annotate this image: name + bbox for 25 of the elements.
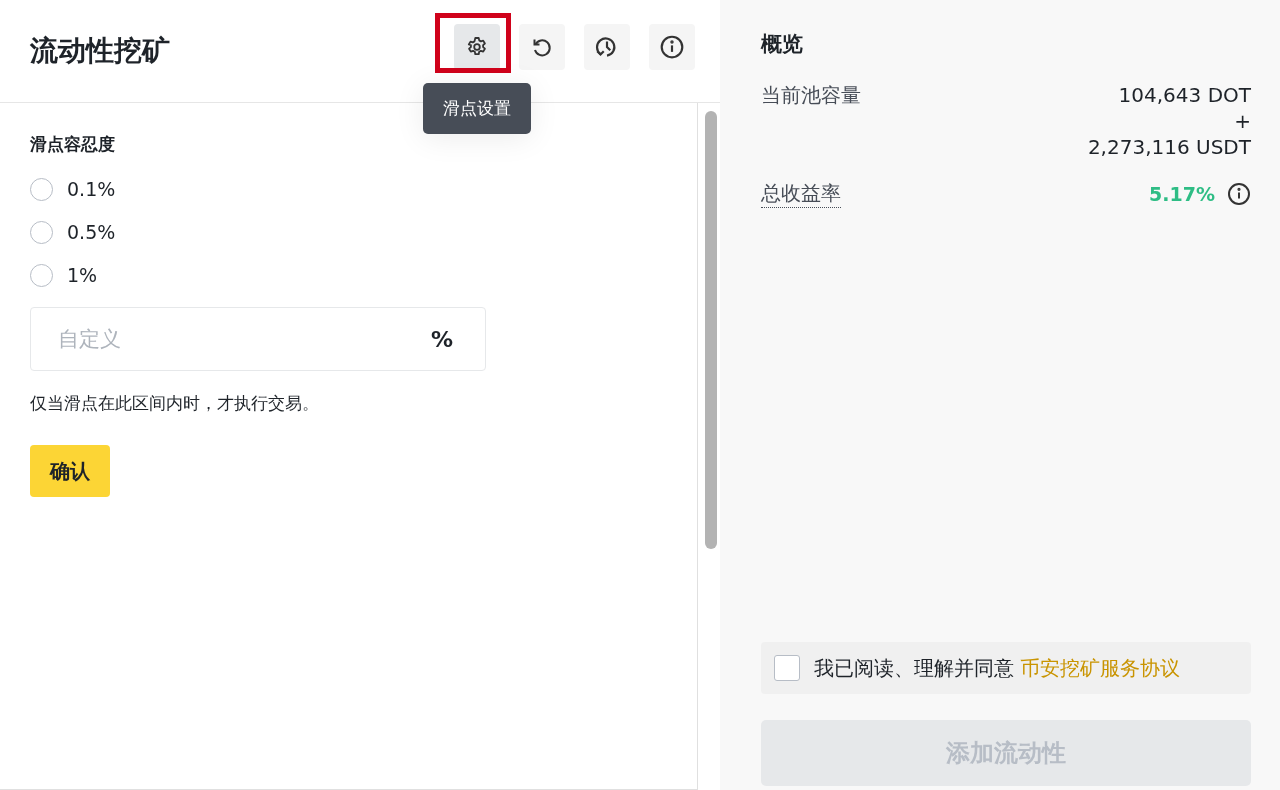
scrollbar-thumb[interactable] — [705, 111, 717, 549]
info-icon — [659, 34, 685, 60]
undo-button[interactable] — [519, 24, 565, 70]
pool-label: 当前池容量 — [761, 82, 861, 109]
pool-value: + — [1234, 108, 1251, 134]
hint-text: 仅当滑点在此区间内时，才执行交易。 — [30, 392, 320, 415]
apr-value: 5.17% — [1149, 183, 1215, 205]
overview-title: 概览 — [761, 31, 804, 58]
confirm-button[interactable]: 确认 — [30, 445, 110, 497]
apr-label[interactable]: 总收益率 — [761, 180, 841, 208]
agreement-text: 我已阅读、理解并同意 — [814, 654, 1014, 682]
unit-label: % — [430, 326, 453, 352]
info-button[interactable] — [649, 24, 695, 70]
history-button[interactable] — [584, 24, 630, 70]
settings-button[interactable] — [454, 24, 500, 70]
pool-value: 104,643 DOT — [1118, 82, 1251, 108]
option-label: 0.1% — [67, 178, 116, 200]
option-label: 0.5% — [67, 221, 116, 243]
option-label: 1% — [67, 264, 98, 286]
pool-value: 2,273,116 USDT — [1087, 134, 1251, 160]
checkbox[interactable] — [774, 655, 800, 681]
tooltip: 滑点设置 — [423, 83, 531, 134]
info-icon[interactable] — [1227, 182, 1251, 206]
page-title: 流动性挖矿 — [30, 33, 170, 69]
section-title: 滑点容忍度 — [30, 133, 116, 156]
